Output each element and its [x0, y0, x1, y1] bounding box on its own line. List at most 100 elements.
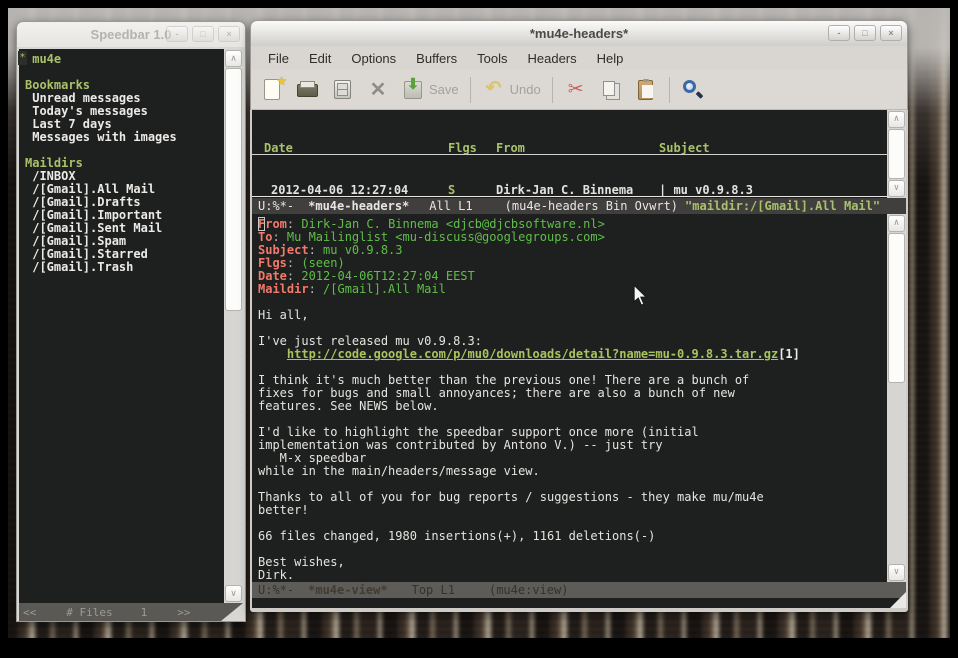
save-button[interactable]: ⬇ Save: [401, 78, 459, 102]
emacs-window: *mu4e-headers* - □ × FileEditOptionsBuff…: [250, 20, 908, 612]
text-cursor: F: [258, 217, 265, 231]
scroll-up-icon[interactable]: ∧: [888, 215, 905, 232]
speedbar-resize-grip[interactable]: [221, 603, 243, 621]
scroll-down-icon[interactable]: ∨: [888, 180, 905, 197]
field-value: 2012-04-06T12:27:04 EEST: [301, 269, 474, 283]
modeline-buffer-name: *mu4e-headers*: [308, 198, 409, 214]
undo-label: Undo: [510, 82, 541, 97]
field-label: To: [258, 230, 272, 244]
field-value: Dirk-Jan C. Binnema <djcb@djcbsoftware.n…: [301, 217, 604, 231]
copy-button[interactable]: [599, 78, 623, 102]
open-folder-icon: [296, 78, 320, 102]
field-value: /[Gmail].All Mail: [323, 282, 446, 296]
menu-tools[interactable]: Tools: [468, 48, 516, 69]
cell-from: Google: [496, 197, 659, 198]
view-scrollbar[interactable]: ∧ ∨: [887, 214, 906, 582]
field-separator: :: [287, 269, 301, 283]
truncation-arrow-icon: →: [879, 197, 886, 198]
cell-subject: + Changes to Google Privacy: [659, 197, 887, 198]
paste-icon: [634, 78, 658, 102]
menu-file[interactable]: File: [259, 48, 298, 69]
speedbar-nav-prev[interactable]: <<: [23, 606, 36, 619]
speedbar-item[interactable]: /[Gmail].Trash: [25, 261, 224, 274]
toolbar-separator: [470, 77, 471, 103]
field-label: Maildir: [258, 282, 309, 296]
cut-button[interactable]: ✂: [564, 78, 588, 102]
menu-edit[interactable]: Edit: [300, 48, 340, 69]
speedbar-scrollbar[interactable]: ∧ ∨: [224, 49, 243, 603]
message-link[interactable]: http://code.google.com/p/mu0/downloads/d…: [287, 347, 778, 361]
body-line: Best wishes,: [258, 556, 887, 569]
view-field-maildir: Maildir: /[Gmail].All Mail: [258, 283, 887, 296]
speedbar-item[interactable]: Messages with images: [25, 131, 224, 144]
scroll-up-icon[interactable]: ∧: [225, 50, 242, 67]
field-label: Date: [258, 269, 287, 283]
body-line: while in the main/headers/message view.: [258, 465, 887, 478]
message-view-pane: From: Dirk-Jan C. Binnema <djcb@djcbsoft…: [252, 214, 887, 582]
modeline-modes: (mu4e:view): [489, 582, 568, 598]
new-file-icon: ★: [261, 78, 285, 102]
speedbar-scroll-thumb[interactable]: [225, 68, 242, 311]
speedbar-close-button[interactable]: ×: [218, 26, 240, 42]
modeline-flags: U:%*-: [258, 198, 294, 214]
toolbar: ★ ✕ ⬇ Save ↶ Undo ✂: [250, 70, 908, 110]
column-from[interactable]: From: [496, 141, 659, 154]
speedbar-status-bar: << # Files 1 >>: [19, 603, 243, 621]
headers-column-row: Date Flgs From Subject: [252, 141, 887, 155]
header-row[interactable]: 2012-04-06 12:27:04SDirk-Jan C. Binnema|…: [252, 183, 887, 197]
menu-options[interactable]: Options: [342, 48, 405, 69]
speedbar-maximize-button[interactable]: □: [192, 26, 214, 42]
speedbar-root[interactable]: mu4e: [25, 53, 224, 66]
column-date[interactable]: Date: [252, 141, 448, 154]
dired-button[interactable]: [331, 78, 355, 102]
column-subject[interactable]: Subject: [659, 141, 887, 154]
speedbar-minimize-button[interactable]: -: [166, 26, 188, 42]
emacs-titlebar[interactable]: *mu4e-headers* - □ ×: [250, 20, 908, 46]
open-file-button[interactable]: [296, 78, 320, 102]
body-line: Hi all,: [258, 309, 887, 322]
speedbar-nav-next[interactable]: >>: [177, 606, 190, 619]
menu-help[interactable]: Help: [588, 48, 633, 69]
close-buffer-button[interactable]: ✕: [366, 78, 390, 102]
speedbar-titlebar[interactable]: Speedbar 1.0 - □ ×: [16, 21, 246, 47]
body-line: [258, 543, 887, 556]
new-file-button[interactable]: ★: [261, 78, 285, 102]
field-separator: :: [287, 217, 301, 231]
toolbar-separator: [669, 77, 670, 103]
field-separator: :: [309, 282, 323, 296]
headers-scroll-thumb[interactable]: [888, 129, 905, 179]
toolbar-separator: [552, 77, 553, 103]
undo-button[interactable]: ↶ Undo: [482, 78, 541, 102]
header-row[interactable]: 2012-02-15 23:58:29SGoogle+ Changes to G…: [252, 197, 887, 198]
menu-buffers[interactable]: Buffers: [407, 48, 466, 69]
copy-icon: [599, 78, 623, 102]
view-scroll-thumb[interactable]: [888, 233, 905, 383]
modeline-position: Top L1: [412, 582, 455, 598]
save-icon: ⬇: [401, 78, 425, 102]
menu-headers[interactable]: Headers: [518, 48, 585, 69]
paste-button[interactable]: [634, 78, 658, 102]
search-button[interactable]: [681, 78, 705, 102]
minibuffer[interactable]: [252, 598, 906, 608]
emacs-minimize-button[interactable]: -: [828, 25, 850, 41]
body-line: Thanks to all of you for bug reports / s…: [258, 491, 887, 504]
speedbar-files-label: # Files: [66, 606, 112, 619]
cell-from: Dirk-Jan C. Binnema: [496, 183, 659, 196]
body-line: better!: [258, 504, 887, 517]
scissors-icon: ✂: [564, 78, 588, 102]
emacs-close-button[interactable]: ×: [880, 25, 902, 41]
scroll-down-icon[interactable]: ∨: [225, 585, 242, 602]
emacs-body: Date Flgs From Subject 2012-04-06 12:27:…: [250, 110, 908, 612]
modeline-modes: (mu4e-headers Bin Ovwrt): [505, 198, 678, 214]
speedbar-root-indicator: *: [18, 51, 27, 65]
headers-scrollbar[interactable]: ∧ ∨: [887, 110, 906, 198]
emacs-maximize-button[interactable]: □: [854, 25, 876, 41]
headers-pane: Date Flgs From Subject 2012-04-06 12:27:…: [252, 110, 887, 198]
scroll-down-icon[interactable]: ∨: [888, 564, 905, 581]
column-flags[interactable]: Flgs: [448, 141, 496, 154]
view-modeline: U:%*- *mu4e-view* Top L1 (mu4e:view): [252, 582, 906, 598]
modeline-buffer-name: *mu4e-view*: [308, 582, 387, 598]
body-line: 66 files changed, 1980 insertions(+), 11…: [258, 530, 887, 543]
modeline-flags: U:%*-: [258, 582, 294, 598]
scroll-up-icon[interactable]: ∧: [888, 111, 905, 128]
